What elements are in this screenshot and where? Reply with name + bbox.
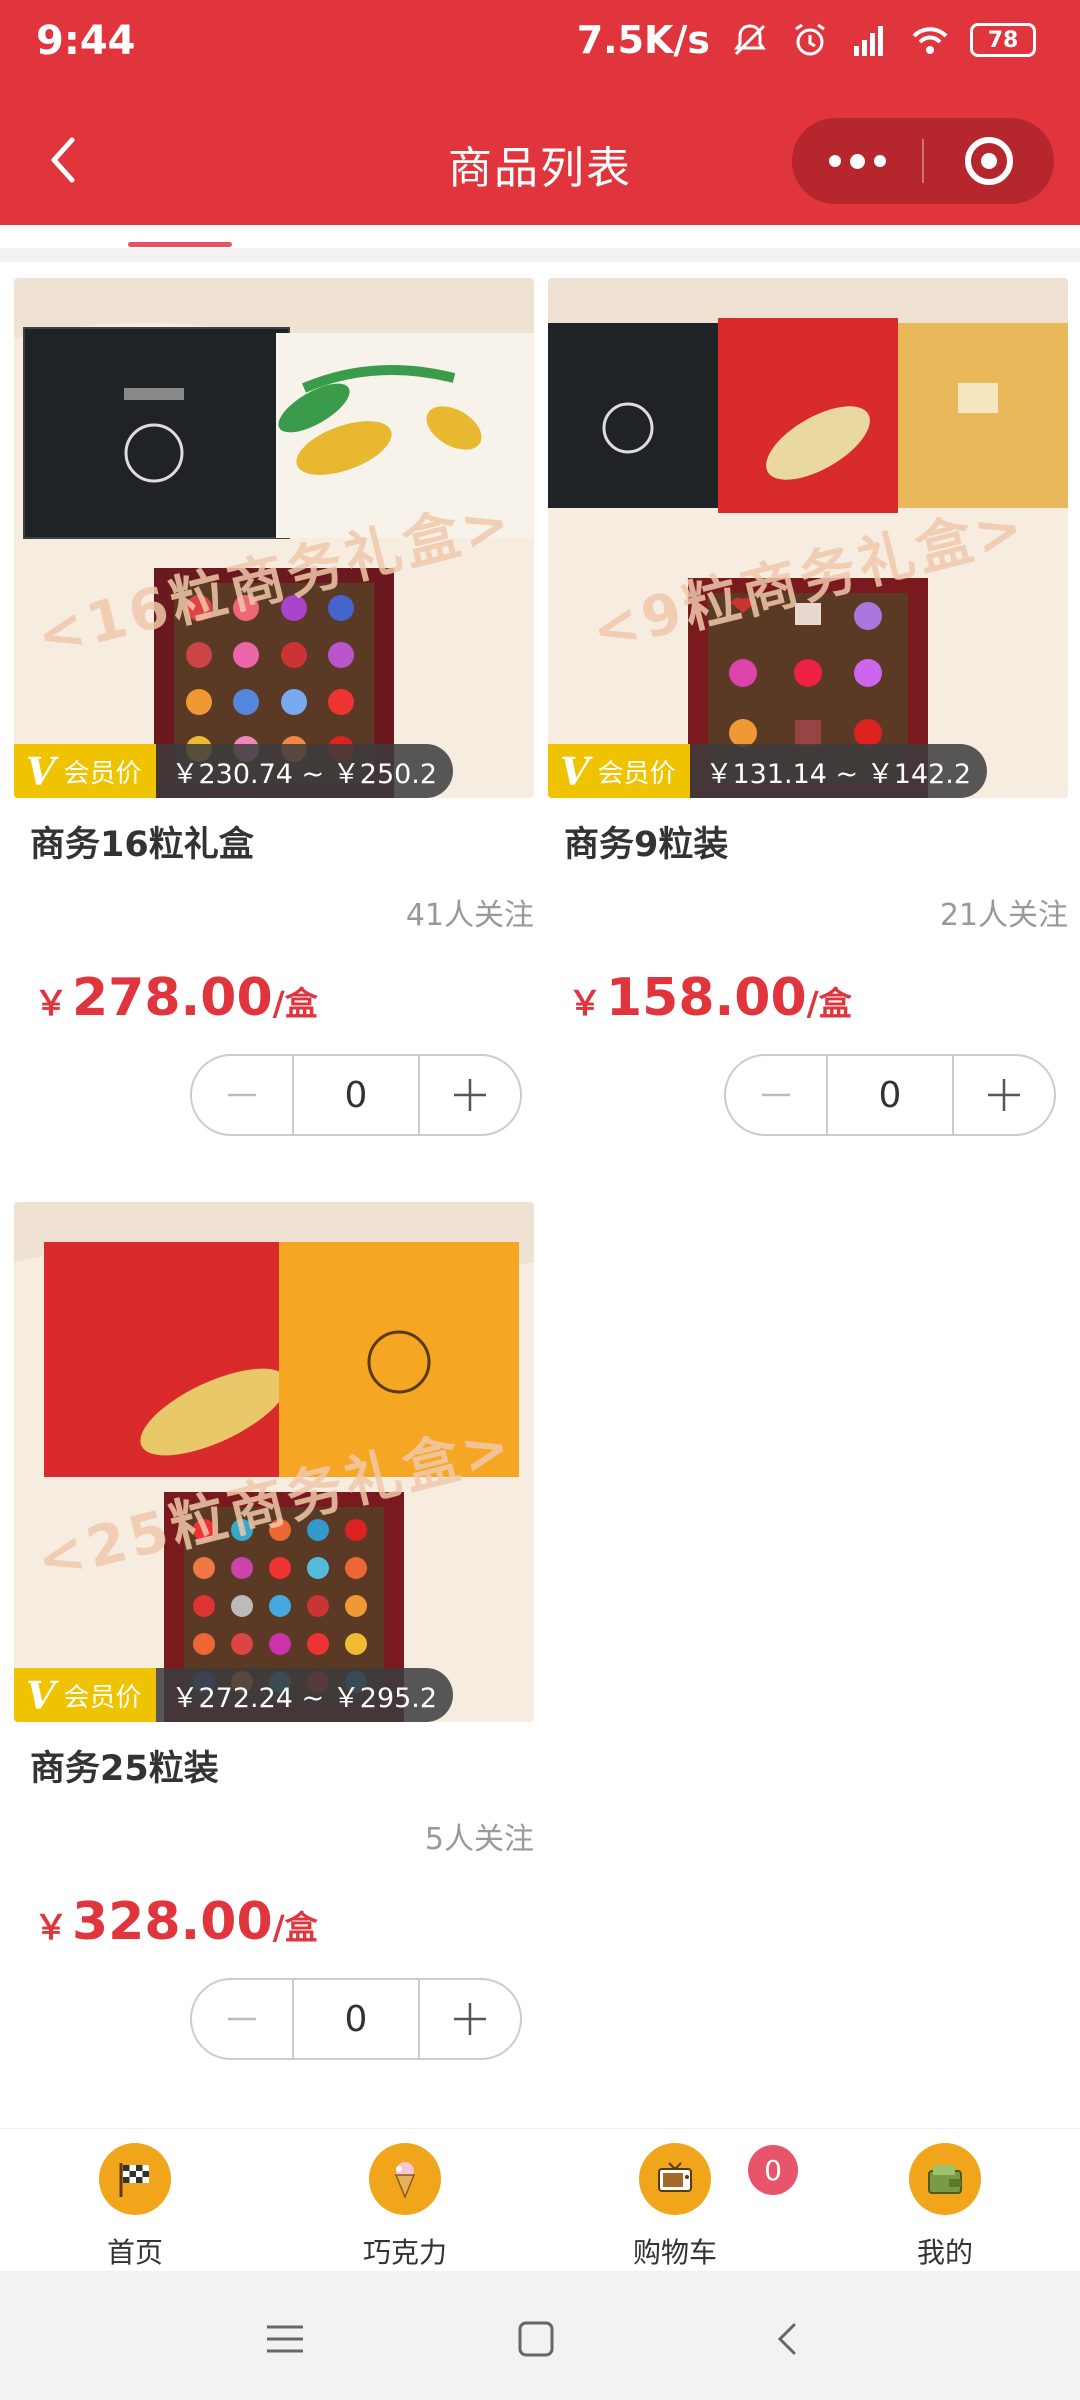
dot-icon: [849, 153, 865, 169]
status-icons: 7.5K/s 78: [577, 18, 1036, 62]
increase-button[interactable]: [420, 1056, 520, 1134]
alarm-icon: [795, 23, 825, 56]
tab-home[interactable]: 首页: [0, 2129, 270, 2272]
decrease-button[interactable]: [192, 1056, 292, 1134]
tab-indicator: [128, 242, 232, 247]
close-miniprogram-button[interactable]: [924, 118, 1054, 204]
member-price-bar: V 会员价 ￥272.24 ~ ￥295.2: [14, 1668, 454, 1722]
quantity-stepper: 0: [724, 1054, 1056, 1136]
currency-symbol: ￥: [34, 984, 68, 1024]
bell-muted-icon: [734, 24, 766, 56]
vip-v-icon: V: [560, 748, 590, 794]
increase-button[interactable]: [954, 1056, 1054, 1134]
decrease-button[interactable]: [192, 1980, 292, 2058]
price-unit: /盒: [806, 984, 852, 1023]
price-amount: 328.00: [72, 1892, 273, 1952]
wifi-icon: [912, 27, 948, 54]
dot-icon: [873, 155, 886, 167]
followers-count: 5人关注: [424, 1822, 534, 1857]
product-name[interactable]: 商务16粒礼盒: [30, 816, 254, 867]
member-price-range: ￥131.14 ~ ￥142.2: [689, 744, 988, 798]
product-image[interactable]: <16粒商务礼盒> V 会员价 ￥230.74 ~ ￥250.2: [14, 278, 534, 798]
product-card[interactable]: <25粒商务礼盒> V 会员价 ￥272.24 ~ ￥295.2 商务25粒装 …: [14, 1202, 534, 2082]
product-image[interactable]: <25粒商务礼盒> V 会员价 ￥272.24 ~ ￥295.2: [14, 1202, 534, 1722]
miniprogram-capsule: [792, 118, 1054, 204]
increase-button[interactable]: [420, 1980, 520, 2058]
member-label: 会员价: [597, 758, 676, 789]
price-unit: /盒: [272, 1908, 318, 1947]
plus-icon: [454, 2003, 486, 2035]
member-label: 会员价: [63, 758, 142, 789]
member-price-bar: V 会员价 ￥230.74 ~ ￥250.2: [14, 744, 454, 798]
plus-icon: [454, 1079, 486, 1111]
quantity-stepper: 0: [190, 1054, 522, 1136]
member-price-range: ￥272.24 ~ ￥295.2: [155, 1668, 454, 1722]
square-home-icon: [518, 2321, 554, 2357]
home-button[interactable]: [506, 2309, 566, 2369]
vip-v-icon: V: [26, 1672, 56, 1718]
vip-v-icon: V: [26, 748, 56, 794]
minus-icon: [762, 1093, 790, 1097]
nav-bar: 商品列表: [0, 100, 1080, 225]
bottom-tab-bar: 首页 巧克力 购物车 我的 0: [0, 2128, 1080, 2271]
menu-button[interactable]: [255, 2309, 315, 2369]
minus-icon: [228, 1093, 256, 1097]
currency-symbol: ￥: [34, 1908, 68, 1948]
currency-symbol: ￥: [568, 984, 602, 1024]
tab-label: 购物车: [632, 2236, 717, 2269]
decrease-button[interactable]: [726, 1056, 826, 1134]
system-nav-bar: [0, 2271, 1080, 2400]
member-price-range: ￥230.74 ~ ￥250.2: [155, 744, 454, 798]
product-card[interactable]: <16粒商务礼盒> V 会员价 ￥230.74 ~ ￥250.2 商务16粒礼盒…: [14, 278, 534, 1158]
price-amount: 158.00: [606, 968, 807, 1028]
status-time: 9:44: [36, 18, 136, 64]
quantity-input[interactable]: 0: [826, 1056, 954, 1134]
app-header: 9:44 7.5K/s 78 商品列表: [0, 0, 1080, 225]
status-bar: 9:44 7.5K/s 78: [0, 0, 1080, 90]
wallet-icon: [909, 2143, 981, 2215]
battery-indicator: 78: [970, 23, 1036, 57]
product-card[interactable]: <9粒商务礼盒> V 会员价 ￥131.14 ~ ￥142.2 商务9粒装 21…: [548, 278, 1068, 1158]
member-label: 会员价: [63, 1682, 142, 1713]
followers-count: 41人关注: [405, 898, 534, 933]
signal-icon: [854, 26, 883, 56]
followers-count: 21人关注: [939, 898, 1068, 933]
member-badge: V 会员价: [548, 744, 690, 798]
tab-profile[interactable]: 我的: [810, 2129, 1080, 2272]
product-name[interactable]: 商务9粒装: [564, 816, 728, 867]
quantity-input[interactable]: 0: [292, 1980, 420, 2058]
product-name[interactable]: 商务25粒装: [30, 1740, 219, 1791]
dot-icon: [828, 155, 841, 167]
checkered-flag-icon: [99, 2143, 171, 2215]
member-badge: V 会员价: [14, 1668, 156, 1722]
cart-count-badge: 0: [748, 2145, 798, 2195]
more-menu-button[interactable]: [792, 118, 922, 204]
product-price: ￥ 328.00 /盒: [34, 1892, 318, 1952]
product-image[interactable]: <9粒商务礼盒> V 会员价 ￥131.14 ~ ￥142.2: [548, 278, 1068, 798]
tab-chocolate[interactable]: 巧克力: [270, 2129, 540, 2272]
product-price: ￥ 158.00 /盒: [568, 968, 852, 1028]
target-circle-icon: [965, 137, 1013, 185]
network-speed: 7.5K/s: [576, 18, 710, 62]
product-price: ￥ 278.00 /盒: [34, 968, 318, 1028]
tab-label: 首页: [106, 2236, 163, 2269]
system-back-button[interactable]: [758, 2309, 818, 2369]
chevron-left-icon: [777, 2323, 796, 2355]
ice-cream-icon: [369, 2143, 441, 2215]
price-amount: 278.00: [72, 968, 273, 1028]
section-divider: [0, 248, 1080, 262]
plus-icon: [988, 1079, 1020, 1111]
tab-label: 巧克力: [362, 2236, 447, 2269]
tv-icon: [639, 2143, 711, 2215]
hamburger-menu-icon: [267, 2325, 303, 2353]
member-price-bar: V 会员价 ￥131.14 ~ ￥142.2: [548, 744, 988, 798]
minus-icon: [228, 2017, 256, 2021]
quantity-stepper: 0: [190, 1978, 522, 2060]
member-badge: V 会员价: [14, 744, 156, 798]
price-unit: /盒: [272, 984, 318, 1023]
tab-label: 我的: [916, 2236, 973, 2269]
quantity-input[interactable]: 0: [292, 1056, 420, 1134]
